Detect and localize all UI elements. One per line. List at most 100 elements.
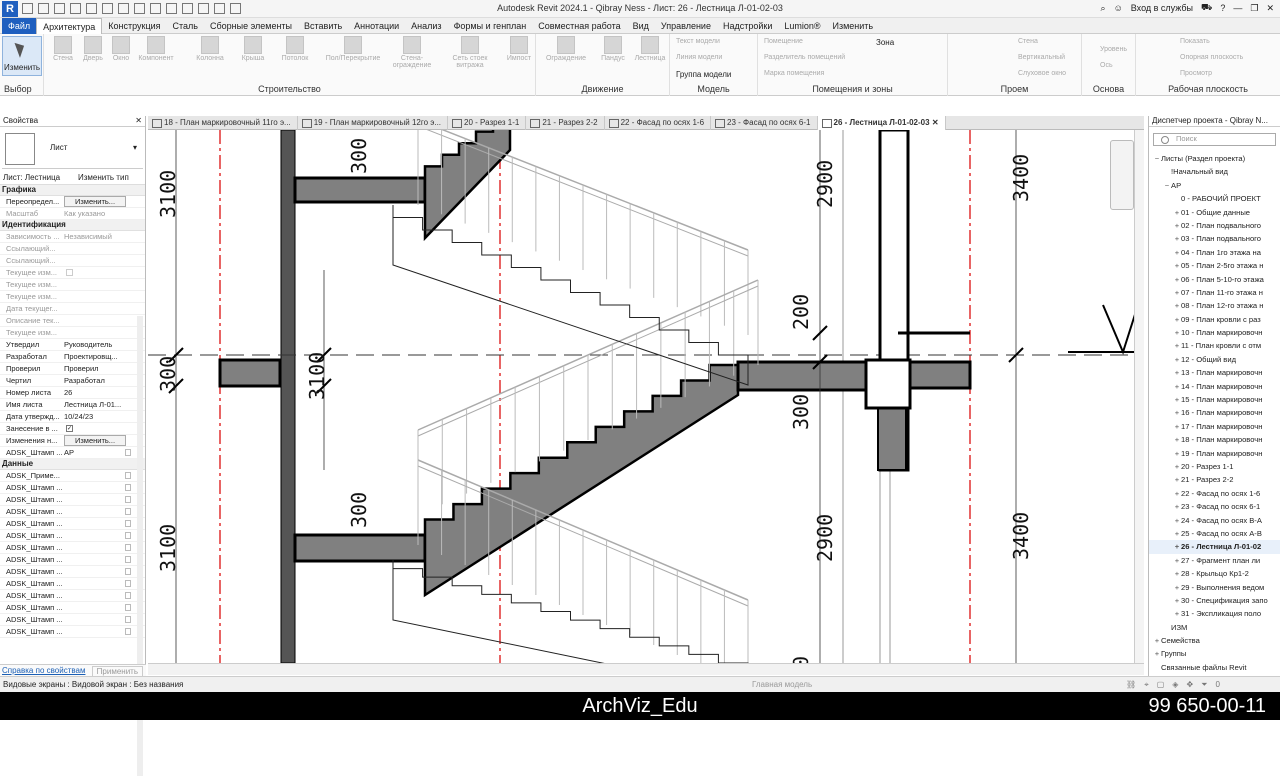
help-button[interactable]: ? [1220,3,1225,13]
browser-item[interactable]: +02 - План подвального [1149,219,1280,232]
expand-icon[interactable]: + [1173,246,1181,259]
close-icon[interactable]: ✕ [1266,3,1274,14]
drag-icon[interactable]: ✥ [1186,680,1193,690]
property-value-checkbox[interactable] [125,580,131,587]
model-text-button[interactable]: Текст модели [676,38,720,45]
window-button[interactable]: Окно [106,36,136,62]
property-value-checkbox[interactable] [125,592,131,599]
expand-icon[interactable]: + [1173,393,1181,406]
view-tab[interactable]: 20 - Разрез 1-1 [448,116,527,130]
wall-button[interactable]: Стена [48,36,78,62]
expand-icon[interactable]: + [1173,299,1181,312]
tab-lumion[interactable]: Lumion® [778,18,826,34]
active-model[interactable]: Главная модель [752,680,812,689]
tab-insert[interactable]: Вставить [298,18,348,34]
expand-icon[interactable]: + [1173,567,1181,580]
edit-type-button[interactable]: Изменить тип [78,173,129,182]
property-section-header[interactable]: Графика [0,185,145,196]
property-value-checkbox[interactable] [125,616,131,623]
browser-item[interactable]: +07 - План 11-го этажа н [1149,286,1280,299]
dormer-button[interactable]: Слуховое окно [1018,70,1066,77]
horizontal-scrollbar[interactable] [148,663,1144,675]
model-line-button[interactable]: Линия модели [676,54,722,61]
browser-item[interactable]: +30 - Спецификация запо [1149,594,1280,607]
browser-item[interactable]: +04 - План 1го этажа на [1149,246,1280,259]
property-value-checkbox[interactable] [125,568,131,575]
browser-item[interactable]: +11 - План кровли с отм [1149,339,1280,352]
property-value[interactable]: Лестница Л-01... [64,400,134,409]
expand-icon[interactable]: + [1173,313,1181,326]
minimize-icon[interactable]: — [1233,3,1242,13]
property-section-header[interactable]: Идентификация [0,220,145,231]
tab-view[interactable]: Вид [627,18,655,34]
browser-search-input[interactable]: Поиск [1153,133,1276,146]
property-value[interactable]: Независимый [64,232,134,241]
expand-icon[interactable]: + [1173,500,1181,513]
railing-button[interactable]: Ограждение [544,36,588,62]
grid-button[interactable]: Ось [1100,62,1113,69]
browser-item[interactable]: − АР [1149,179,1280,192]
column-button[interactable]: Колонна [192,36,228,62]
show-workplane-button[interactable]: Показать [1180,38,1210,45]
browser-item[interactable]: +01 - Общие данные [1149,206,1280,219]
expand-icon[interactable]: + [1173,353,1181,366]
expand-icon[interactable]: + [1173,406,1181,419]
drawing-canvas[interactable]: 3100 3100 3100 300 300 300 300 2900 2900… [148,130,1144,663]
browser-item[interactable]: +16 - План маркировочн [1149,406,1280,419]
stair-button[interactable]: Лестница [632,36,668,62]
expand-icon[interactable]: + [1173,219,1181,232]
property-value-checkbox[interactable] [125,544,131,551]
room-tag-button[interactable]: Марка помещения [764,70,824,77]
expand-icon[interactable]: + [1153,647,1161,660]
expand-icon[interactable]: + [1173,259,1181,272]
view-tab-active[interactable]: 26 - Лестница Л-01-02-03 ✕ [817,116,946,130]
instance-filter[interactable]: Лист: Лестница [3,173,60,182]
underlay-icon[interactable]: ▢ [1157,680,1165,690]
browser-item[interactable]: + Семейства [1149,634,1280,647]
expand-icon[interactable]: + [1173,420,1181,433]
expand-icon[interactable]: + [1173,380,1181,393]
level-button[interactable]: Уровень [1100,46,1127,53]
signin-link[interactable]: Вход в службы [1131,3,1193,13]
property-checkbox[interactable] [66,269,73,276]
tab-precast[interactable]: Сборные элементы [204,18,298,34]
user-icon[interactable]: ☺ [1114,3,1123,13]
browser-item[interactable]: +22 - Фасад по осях 1-6 [1149,487,1280,500]
tab-structure[interactable]: Конструкция [102,18,166,34]
expand-icon[interactable]: + [1173,487,1181,500]
expand-icon[interactable]: + [1173,514,1181,527]
browser-item[interactable]: +17 - План маркировочн [1149,420,1280,433]
expand-icon[interactable]: + [1173,326,1181,339]
property-value-checkbox[interactable] [125,449,131,456]
ceiling-button[interactable]: Потолок [278,36,312,62]
property-value[interactable]: Разработал [64,376,134,385]
browser-item[interactable]: 0 - РАБОЧИЙ ПРОЕКТ [1149,192,1280,205]
property-value-checkbox[interactable] [125,472,131,479]
type-selector[interactable]: Лист ▾ [2,129,143,169]
expand-icon[interactable]: + [1173,433,1181,446]
browser-item[interactable]: +29 - Выполнения ведом [1149,581,1280,594]
tab-massing-site[interactable]: Формы и генплан [448,18,533,34]
viewer-button[interactable]: Просмотр [1180,70,1212,77]
view-tab[interactable]: 23 - Фасад по осях 6-1 [711,116,818,130]
wall-opening-button[interactable]: Стена [1018,38,1038,45]
property-value[interactable]: АР [64,448,134,457]
expand-icon[interactable]: + [1173,206,1181,219]
browser-item[interactable]: +25 - Фасад по осях А-В [1149,527,1280,540]
cart-icon[interactable]: ⛟ [1201,2,1212,14]
expand-icon[interactable]: + [1173,232,1181,245]
property-value[interactable]: 26 [64,388,134,397]
browser-item[interactable]: +21 - Разрез 2-2 [1149,473,1280,486]
tab-modify[interactable]: Изменить [827,18,880,34]
browser-item[interactable]: +05 - План 2-5го этажа н [1149,259,1280,272]
tab-collaborate[interactable]: Совместная работа [532,18,626,34]
browser-item[interactable]: +14 - План маркировочн [1149,380,1280,393]
navigation-bar[interactable] [1110,140,1134,210]
property-value[interactable]: Проверил [64,364,134,373]
browser-item[interactable]: +31 - Экспликация поло [1149,607,1280,620]
room-separator-button[interactable]: Разделитель помещений [764,54,845,61]
ref-plane-button[interactable]: Опорная плоскость [1180,54,1243,61]
browser-item[interactable]: +15 - План маркировочн [1149,393,1280,406]
property-checkbox[interactable]: ✓ [66,425,73,432]
browser-item[interactable]: +12 - Общий вид [1149,353,1280,366]
